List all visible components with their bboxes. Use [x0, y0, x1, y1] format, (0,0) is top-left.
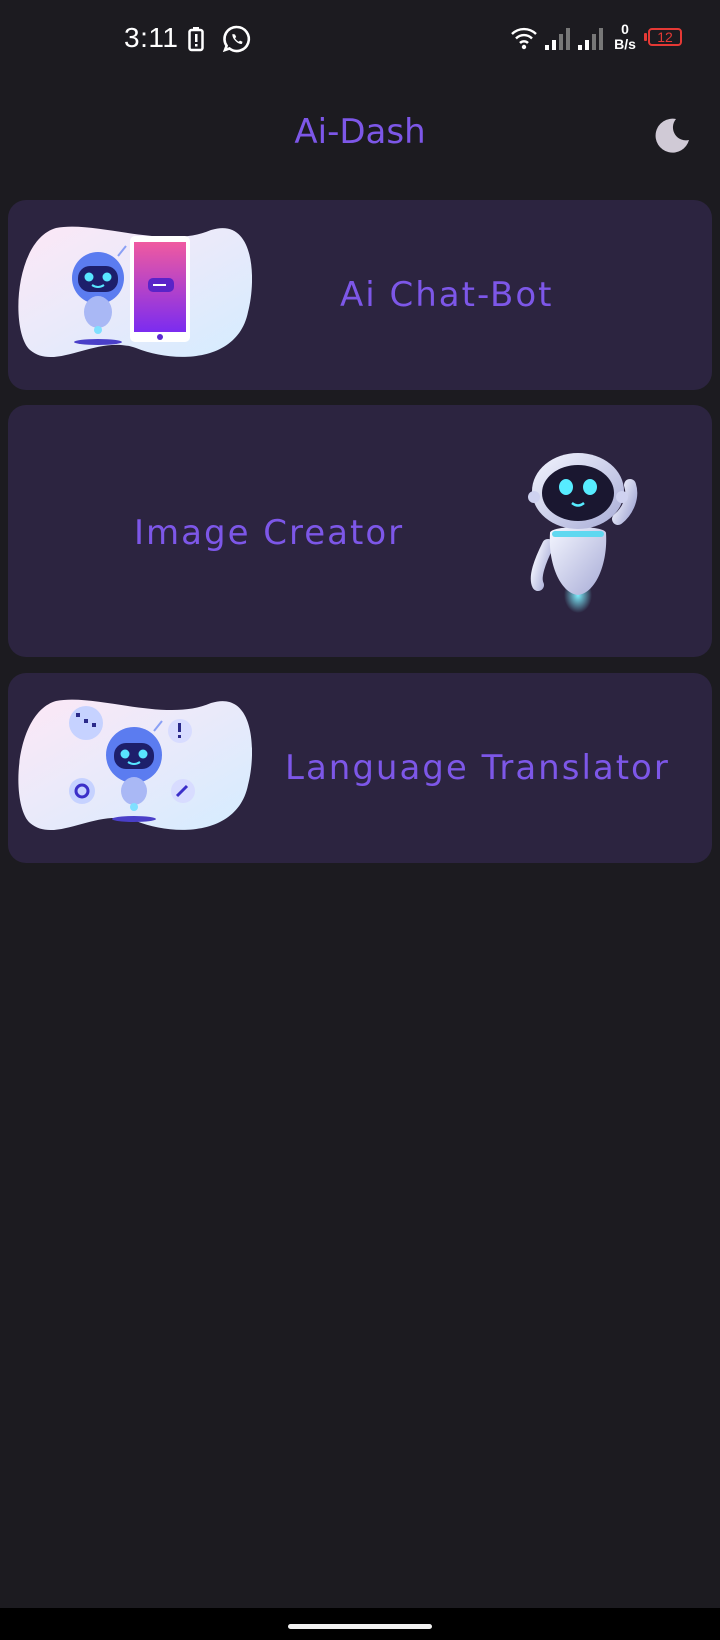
battery-level: 12 — [657, 29, 673, 45]
app-title: Ai-Dash — [294, 112, 426, 152]
signal-icon — [578, 27, 606, 55]
card-ai-chat-bot[interactable]: Ai Chat-Bot — [8, 200, 712, 390]
waving-robot-illustration — [528, 453, 638, 613]
robot-with-phone-illustration — [18, 226, 252, 357]
net-speed-value: 0 — [621, 21, 629, 37]
battery-tip — [644, 33, 647, 41]
card-language-translator[interactable]: Language Translator — [8, 673, 712, 863]
card-label-ai-chat-bot: Ai Chat-Bot — [340, 275, 554, 315]
card-image-creator[interactable]: Image Creator — [8, 405, 712, 657]
moon-icon[interactable] — [652, 116, 692, 156]
battery-icon: 12 — [648, 28, 682, 46]
status-bar: 3:11 0 B/s 12 — [0, 0, 720, 80]
battery-saver-icon — [188, 26, 204, 56]
card-label-image-creator: Image Creator — [134, 513, 405, 553]
status-time: 3:11 — [124, 22, 179, 53]
net-speed: 0 B/s — [610, 22, 640, 52]
whatsapp-icon — [222, 24, 252, 58]
robot-with-chat-bubbles-illustration — [18, 699, 252, 830]
signal-icon — [545, 27, 573, 55]
home-gesture-handle[interactable] — [288, 1624, 432, 1629]
card-label-language-translator: Language Translator — [285, 748, 670, 788]
wifi-icon — [510, 26, 538, 54]
net-speed-unit: B/s — [614, 36, 636, 52]
